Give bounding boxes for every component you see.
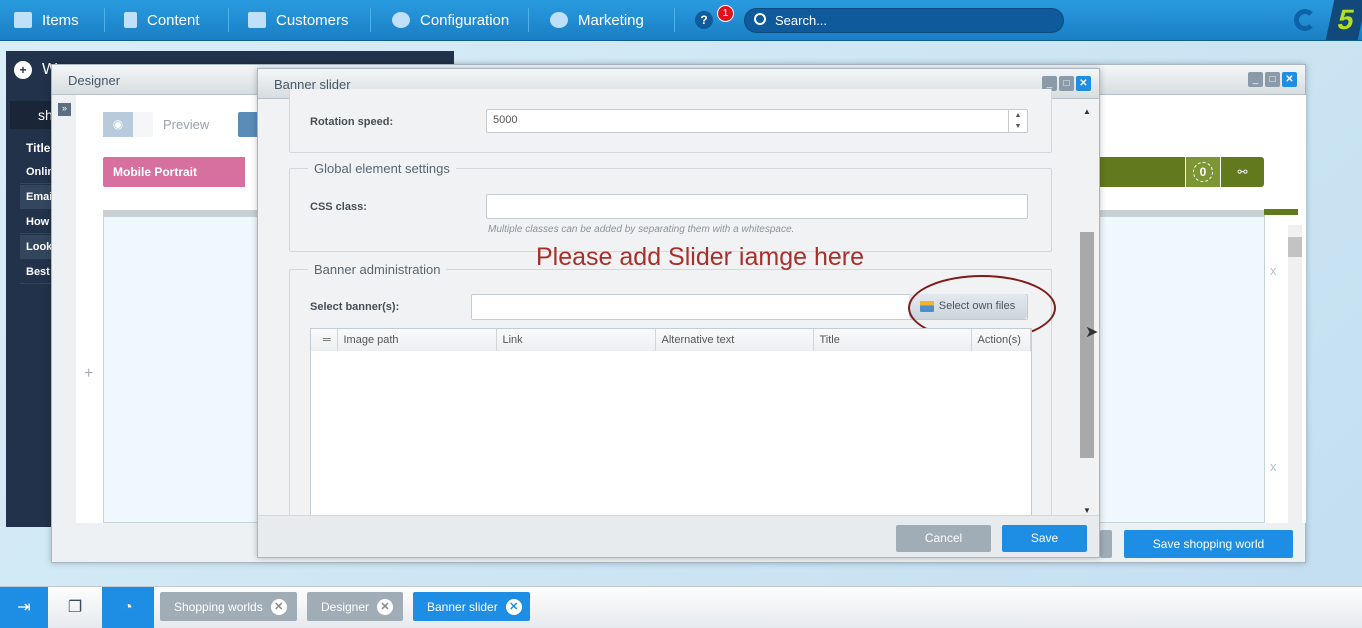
windows-icon[interactable]: ❐ xyxy=(48,587,102,628)
minimize-button[interactable]: _ xyxy=(1248,72,1263,87)
mouse-cursor: ➤ xyxy=(1085,324,1099,341)
dashboard-icon[interactable]: ◔ xyxy=(102,587,154,628)
add-icon[interactable]: + xyxy=(14,61,32,79)
notification-badge: 1 xyxy=(717,5,734,22)
close-icon: ✕ xyxy=(270,598,287,615)
remove-icon[interactable]: x xyxy=(1270,263,1277,278)
column-header: Action(s) xyxy=(971,329,1031,351)
nav-content[interactable]: Content xyxy=(124,0,200,40)
inbox-icon xyxy=(14,12,32,28)
close-button[interactable]: ✕ xyxy=(1282,72,1297,87)
nav-marketing[interactable]: Marketing xyxy=(550,0,644,40)
banner-table: ═ Image path Link Alternative text Title… xyxy=(310,328,1032,518)
search-input[interactable]: Search... xyxy=(744,8,1064,33)
nav-configuration[interactable]: Configuration xyxy=(392,0,509,40)
help-icon[interactable]: ? xyxy=(695,11,713,29)
document-icon xyxy=(124,12,137,28)
annotation-text: Please add Slider iamge here xyxy=(536,243,864,271)
column-header: Title xyxy=(813,329,972,351)
save-shopping-world-button[interactable]: Save shopping world xyxy=(1124,530,1293,558)
search-icon xyxy=(754,13,766,25)
add-row-icon[interactable]: + xyxy=(84,365,93,383)
device-mobile-portrait[interactable]: Mobile Portrait xyxy=(103,157,245,187)
top-navigation-bar: Items Content Customers Configuration Ma… xyxy=(0,0,1362,41)
remove-icon[interactable]: x xyxy=(1270,459,1277,474)
save-button[interactable]: Save xyxy=(1002,525,1087,552)
users-icon xyxy=(248,12,266,28)
maximize-button[interactable]: □ xyxy=(1265,72,1280,87)
eye-icon: ◉ xyxy=(103,112,133,137)
column-header: Link xyxy=(496,329,656,351)
rotation-speed-input[interactable]: 5000 xyxy=(486,109,1028,133)
gear-icon xyxy=(392,12,410,28)
rotation-speed-stepper[interactable]: ▲ ▼ xyxy=(1008,110,1027,132)
scrollbar[interactable]: ▲ ▼ xyxy=(1080,107,1094,515)
column-header: Alternative text xyxy=(655,329,814,351)
logout-icon[interactable]: ⇥ xyxy=(0,587,48,628)
link-icon[interactable]: ⚯ xyxy=(1220,157,1264,187)
scrollbar[interactable] xyxy=(1288,225,1302,523)
nav-customers[interactable]: Customers xyxy=(248,0,349,40)
close-icon: ✕ xyxy=(377,598,394,615)
cancel-button[interactable]: Cancel xyxy=(896,525,991,552)
device-tab-desktop[interactable] xyxy=(1100,157,1185,187)
close-icon: ✕ xyxy=(505,598,522,615)
taskbar-tab-banner-slider[interactable]: Banner slider ✕ xyxy=(413,592,530,621)
nav-items[interactable]: Items xyxy=(14,0,79,40)
pie-chart-icon xyxy=(550,12,568,28)
maximize-button[interactable]: □ xyxy=(1059,76,1074,91)
expand-icon[interactable]: » xyxy=(58,103,71,116)
logo: 5 xyxy=(1286,0,1362,40)
column-header: Image path xyxy=(337,329,497,351)
preview-toggle[interactable]: ◉ xyxy=(103,112,153,137)
device-icon[interactable] xyxy=(238,112,258,137)
count-badge: 0 xyxy=(1193,162,1213,182)
close-button[interactable]: ✕ xyxy=(1076,76,1091,91)
taskbar-tab-designer[interactable]: Designer ✕ xyxy=(307,592,403,621)
banner-slider-window: Banner slider _ □ ✕ Rotation speed: 5000 ▲… xyxy=(257,68,1100,558)
css-class-input[interactable] xyxy=(486,194,1028,219)
shopware-icon xyxy=(1294,9,1316,31)
taskbar-tab-shopping-worlds[interactable]: Shopping worlds ✕ xyxy=(160,592,297,621)
drag-column-icon: ═ xyxy=(311,329,338,351)
